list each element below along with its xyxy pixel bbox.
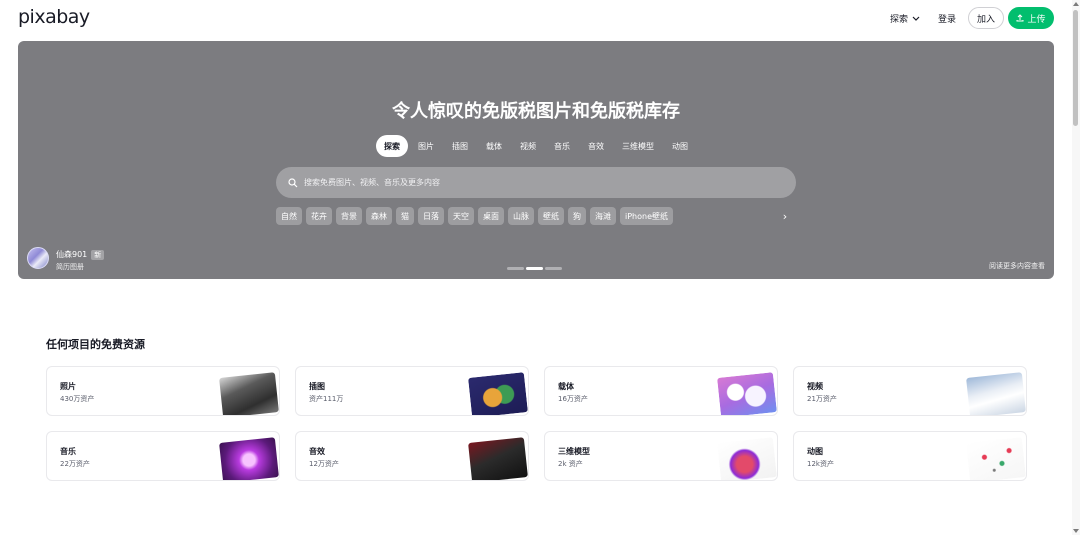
tab-3d-models[interactable]: 三维模型: [614, 135, 662, 157]
chip-mountains[interactable]: 山脉: [508, 207, 534, 225]
chevron-down-icon: [912, 16, 920, 21]
card-count: 资产111万: [309, 395, 344, 403]
chip-sky[interactable]: 天空: [448, 207, 474, 225]
upload-button[interactable]: 上传: [1008, 7, 1054, 29]
slide-indicator: [507, 267, 562, 270]
chip-forest[interactable]: 森林: [366, 207, 392, 225]
explore-label: 探索: [890, 15, 909, 25]
chip-iphone-wallpaper[interactable]: iPhone壁纸: [620, 207, 674, 225]
chip-sunset[interactable]: 日落: [418, 207, 444, 225]
card-3d-models[interactable]: 三维模型 2k 资产: [544, 431, 778, 481]
slide-dot[interactable]: [545, 267, 562, 270]
hero-title: 令人惊叹的免版税图片和免版税库存: [392, 101, 680, 122]
card-music[interactable]: 音乐 22万资产: [46, 431, 280, 481]
card-gifs[interactable]: 动图 12k资产: [793, 431, 1027, 481]
card-thumbnail: [468, 372, 528, 415]
chip-wallpaper[interactable]: 壁纸: [538, 207, 564, 225]
top-header: pixabay 探索 登录 加入 上传: [0, 0, 1072, 38]
hero-banner: 令人惊叹的免版税图片和免版税库存 探索 图片 插图 载体 视频 音乐 音效 三维…: [18, 41, 1054, 279]
scroll-up-arrow-icon[interactable]: [1073, 2, 1079, 6]
search-icon: [288, 177, 298, 187]
resource-card-grid: 照片 430万资产 插图 资产111万 载体 16万资产 视频 21万资产 音乐…: [46, 366, 1028, 481]
chevron-right-icon[interactable]: ›: [778, 209, 792, 223]
card-label: 动图: [807, 447, 823, 456]
card-count: 16万资产: [558, 395, 588, 403]
read-more-link[interactable]: 阅读更多内容查看: [989, 261, 1045, 271]
tab-explore[interactable]: 探索: [376, 135, 408, 157]
slide-dot-active[interactable]: [526, 267, 543, 270]
search-input[interactable]: [304, 178, 764, 187]
card-thumbnail: [717, 372, 777, 415]
tab-sound-effects[interactable]: 音效: [580, 135, 612, 157]
search-bar[interactable]: [276, 167, 796, 198]
tab-photos[interactable]: 图片: [410, 135, 442, 157]
chip-nature[interactable]: 自然: [276, 207, 302, 225]
scrollbar-thumb[interactable]: [1073, 10, 1078, 126]
tab-vectors[interactable]: 载体: [478, 135, 510, 157]
pixabay-logo[interactable]: pixabay: [18, 6, 90, 28]
card-label: 音乐: [60, 447, 76, 456]
explore-menu-button[interactable]: 探索: [890, 12, 920, 25]
tab-videos[interactable]: 视频: [512, 135, 544, 157]
chip-background[interactable]: 背景: [336, 207, 362, 225]
upload-icon: [1016, 14, 1024, 22]
card-label: 视频: [807, 382, 823, 391]
card-thumbnail: [219, 372, 279, 415]
tab-gifs[interactable]: 动图: [664, 135, 696, 157]
credit-subtitle[interactable]: 简历图册: [56, 262, 84, 272]
image-credit[interactable]: 仙森901 新: [56, 249, 105, 260]
suggested-searches: 自然 花卉 背景 森林 猫 日落 天空 桌面 山脉 壁纸 狗 海滩 iPhone…: [276, 207, 674, 225]
card-vectors[interactable]: 载体 16万资产: [544, 366, 778, 416]
card-label: 载体: [558, 382, 574, 391]
card-count: 2k 资产: [558, 460, 583, 468]
card-label: 音效: [309, 447, 325, 456]
chip-cat[interactable]: 猫: [396, 207, 414, 225]
upload-label: 上传: [1027, 14, 1046, 25]
card-label: 三维模型: [558, 447, 590, 456]
join-button[interactable]: 加入: [968, 7, 1004, 29]
card-count: 430万资产: [60, 395, 95, 403]
card-count: 12k资产: [807, 460, 834, 468]
card-sound-effects[interactable]: 音效 12万资产: [295, 431, 529, 481]
card-thumbnail: [468, 437, 528, 480]
chip-flowers[interactable]: 花卉: [306, 207, 332, 225]
card-thumbnail: [966, 437, 1026, 480]
credit-author-name: 仙森901: [56, 250, 88, 259]
card-thumbnail: [966, 372, 1026, 415]
section-title: 任何项目的免费资源: [46, 338, 145, 351]
card-videos[interactable]: 视频 21万资产: [793, 366, 1027, 416]
tab-illustrations[interactable]: 插图: [444, 135, 476, 157]
chip-desktop[interactable]: 桌面: [478, 207, 504, 225]
media-type-tabs: 探索 图片 插图 载体 视频 音乐 音效 三维模型 动图: [376, 135, 696, 157]
card-thumbnail: [219, 437, 279, 480]
card-thumbnail: [717, 437, 777, 480]
chip-beach[interactable]: 海滩: [590, 207, 616, 225]
card-count: 12万资产: [309, 460, 339, 468]
card-illustrations[interactable]: 插图 资产111万: [295, 366, 529, 416]
avatar[interactable]: [27, 247, 49, 269]
new-badge: 新: [91, 249, 105, 260]
card-count: 21万资产: [807, 395, 837, 403]
vertical-scrollbar[interactable]: [1072, 0, 1080, 535]
tab-music[interactable]: 音乐: [546, 135, 578, 157]
card-count: 22万资产: [60, 460, 90, 468]
page: pixabay 探索 登录 加入 上传 令人惊叹的免版税图片和免版税库存 探索 …: [0, 0, 1080, 535]
chip-dog[interactable]: 狗: [568, 207, 586, 225]
slide-dot[interactable]: [507, 267, 524, 270]
card-photos[interactable]: 照片 430万资产: [46, 366, 280, 416]
scroll-down-arrow-icon[interactable]: [1073, 529, 1079, 533]
card-label: 插图: [309, 382, 325, 391]
card-label: 照片: [60, 382, 76, 391]
login-link[interactable]: 登录: [938, 12, 956, 25]
